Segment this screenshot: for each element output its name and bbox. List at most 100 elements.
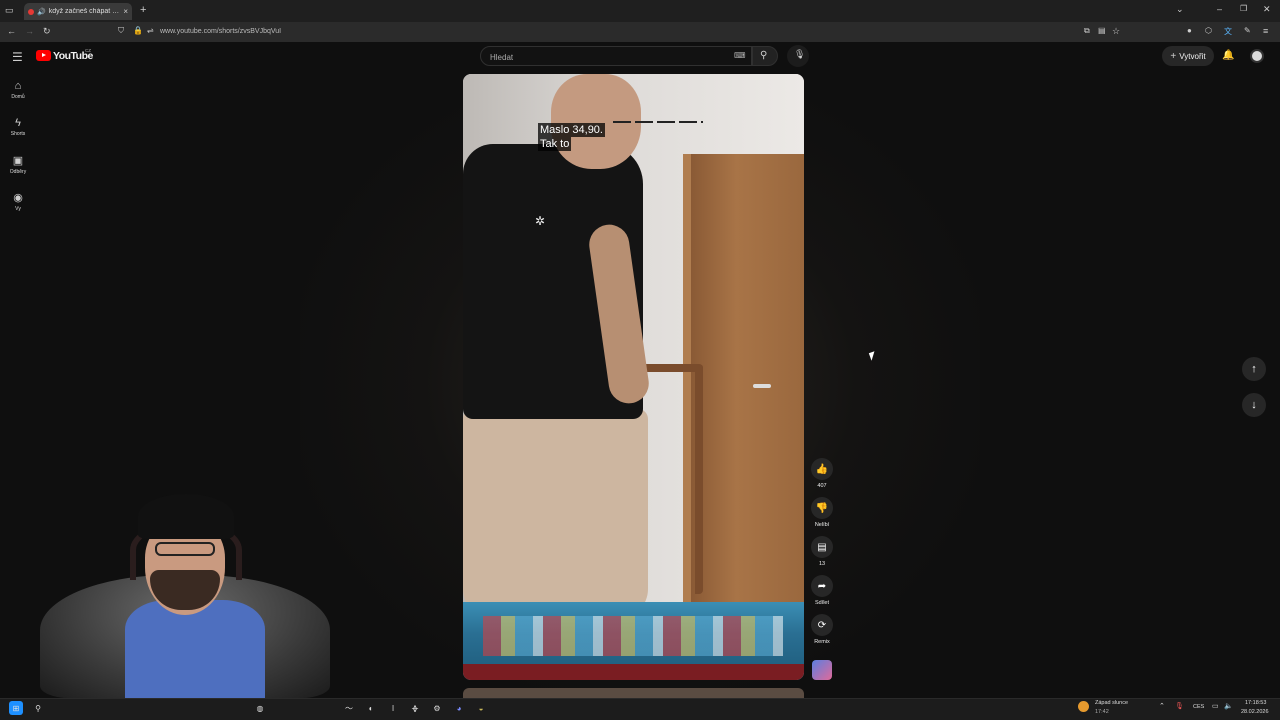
caption-underline: [613, 121, 703, 123]
language-indicator[interactable]: CES: [1193, 704, 1204, 710]
reader-mode-icon[interactable]: ▤: [1098, 26, 1106, 35]
comment-icon: ▤: [811, 536, 833, 558]
tray-mic-icon[interactable]: 🎙: [1175, 702, 1184, 710]
sidebar-item-label: Shorts: [10, 131, 26, 137]
tab-close-icon[interactable]: ×: [123, 7, 128, 16]
caption-line-2: Tak to: [538, 137, 572, 151]
search-button[interactable]: ⚲: [752, 46, 778, 66]
sidebar-item-home[interactable]: ⌂ Domů: [0, 80, 36, 100]
taskbar-app-icon[interactable]: ◍: [253, 701, 267, 715]
browser-address-bar: ← → ↻ ⛉ 🔒 ⇌ www.youtube.com/shorts/zvsBV…: [0, 22, 1280, 42]
previous-short-button[interactable]: ↑: [1242, 357, 1266, 381]
sidebar-item-label: Vy: [15, 206, 21, 212]
sidebar-item-subscriptions[interactable]: ▣ Odběry: [0, 154, 36, 175]
tab-list-chevron-icon[interactable]: ⌄: [1176, 4, 1184, 15]
create-label: Vytvořit: [1179, 51, 1206, 61]
keyboard-icon[interactable]: ⌨: [734, 51, 746, 60]
video-caption: Maslo 34,90. Tak to: [538, 123, 605, 151]
video-pants: [463, 409, 648, 619]
remix-label: Remix: [814, 639, 830, 645]
sidebar-item-shorts[interactable]: ϟ Shorts: [0, 117, 36, 137]
avatar[interactable]: [1250, 49, 1264, 63]
hamburger-menu-icon[interactable]: ☰: [12, 50, 23, 64]
weather-label[interactable]: Západ slunce: [1095, 700, 1128, 706]
sidebar-item-label: Domů: [11, 94, 25, 100]
search-icon: ⚲: [760, 50, 768, 61]
share-arrow-icon: ➦: [811, 575, 833, 597]
extensions-icon[interactable]: ⬡: [1205, 26, 1212, 35]
share-button[interactable]: ➦ Sdílet: [810, 575, 834, 606]
search-input[interactable]: Hledat: [490, 53, 513, 62]
voice-search-button[interactable]: 🎙: [787, 45, 809, 67]
taskbar-app-icon[interactable]: ◒: [474, 701, 488, 715]
taskbar-app-icon[interactable]: ǀ: [386, 701, 400, 715]
taskbar-app-icon[interactable]: 〜: [342, 701, 356, 715]
plus-icon: +: [1170, 50, 1177, 62]
back-icon[interactable]: ←: [7, 26, 16, 36]
reload-icon[interactable]: ↻: [43, 26, 51, 37]
sidebar-item-you[interactable]: ◉ Vy: [0, 191, 36, 212]
translate-extension-icon[interactable]: 文: [1224, 26, 1232, 37]
bookmark-star-icon[interactable]: ☆: [1112, 26, 1120, 37]
taskbar-search-icon[interactable]: ⚲: [31, 701, 45, 715]
speaker-icon[interactable]: 🔊: [37, 8, 46, 16]
lock-icon[interactable]: 🔒: [133, 26, 143, 35]
network-icon[interactable]: ▭: [1212, 702, 1219, 710]
subscriptions-icon: ▣: [12, 155, 24, 167]
arrow-down-icon: ↓: [1251, 399, 1257, 411]
windows-start-icon[interactable]: ⊞: [9, 701, 23, 715]
door-handle: [753, 384, 771, 388]
shirt-logo-icon: ✲: [535, 214, 546, 228]
site-info-icon[interactable]: ⇌: [147, 26, 154, 35]
volume-icon[interactable]: 🔈: [1224, 702, 1233, 710]
profile-icon[interactable]: ●: [1187, 26, 1192, 35]
tab-title: když začneš chápat důchod: [48, 8, 121, 15]
url-field[interactable]: www.youtube.com/shorts/zvsBVJbqVuI: [160, 28, 281, 35]
sound-thumbnail[interactable]: [812, 660, 832, 680]
forward-icon[interactable]: →: [25, 26, 34, 36]
clock-date[interactable]: 28.02.2026: [1241, 709, 1269, 715]
remix-button[interactable]: ⟳ Remix: [810, 614, 834, 645]
create-button[interactable]: + Vytvořit: [1162, 46, 1214, 66]
clock-time[interactable]: 17:18:53: [1245, 700, 1266, 706]
taskbar-app-icon[interactable]: ᚖ: [408, 701, 422, 715]
comments-button[interactable]: ▤ 13: [810, 536, 834, 567]
youtube-logo-icon[interactable]: [36, 50, 51, 61]
arrow-up-icon: ↑: [1251, 363, 1257, 375]
next-short-preview[interactable]: [463, 688, 804, 698]
dislike-label: Nelíbí: [814, 522, 830, 528]
weather-icon[interactable]: [1078, 701, 1089, 712]
thumbs-up-icon: 👍: [811, 458, 833, 480]
remix-icon: ⟳: [811, 614, 833, 636]
menu-icon[interactable]: ≡: [1263, 26, 1268, 36]
new-tab-icon[interactable]: +: [140, 4, 146, 16]
notifications-bell-icon[interactable]: 🔔: [1222, 50, 1234, 61]
sidebar-toggle-icon[interactable]: ▭: [5, 5, 14, 16]
dislike-button[interactable]: 👎 Nelíbí: [810, 497, 834, 528]
search-input-box[interactable]: Hledat ⌨: [480, 46, 752, 66]
window-close-icon[interactable]: ✕: [1263, 4, 1271, 15]
thumbs-down-icon: 👎: [811, 497, 833, 519]
like-button[interactable]: 👍 407: [810, 458, 834, 489]
account-icon: ◉: [13, 192, 23, 204]
home-icon: ⌂: [14, 80, 22, 92]
browser-tab-bar: ▭ 🔊 když začneš chápat důchod × + ⌄ – ❐ …: [0, 0, 1280, 22]
discord-icon[interactable]: ◕: [452, 701, 466, 715]
next-short-button[interactable]: ↓: [1242, 393, 1266, 417]
browser-tab[interactable]: 🔊 když začneš chápat důchod ×: [24, 3, 132, 20]
tray-chevron-icon[interactable]: ⌃: [1159, 702, 1165, 710]
shield-icon[interactable]: ⛉: [118, 26, 124, 36]
maximize-icon[interactable]: ❐: [1240, 4, 1247, 13]
minimize-icon[interactable]: –: [1217, 4, 1222, 14]
taskbar-app-icon[interactable]: ⚙: [430, 701, 444, 715]
like-count: 407: [817, 483, 827, 489]
shorts-icon: ϟ: [15, 117, 21, 129]
picture-in-picture-icon[interactable]: ⧉: [1084, 26, 1090, 36]
shorts-video-player[interactable]: ✲ Maslo 34,90. Tak to: [463, 74, 804, 680]
caption-line-1: Maslo 34,90.: [538, 123, 605, 137]
share-label: Sdílet: [814, 600, 830, 606]
pen-icon[interactable]: ✎: [1244, 26, 1251, 35]
beanie: [138, 494, 234, 539]
taskbar-app-icon[interactable]: ◐: [364, 701, 378, 715]
blue-shirt: [125, 600, 265, 698]
